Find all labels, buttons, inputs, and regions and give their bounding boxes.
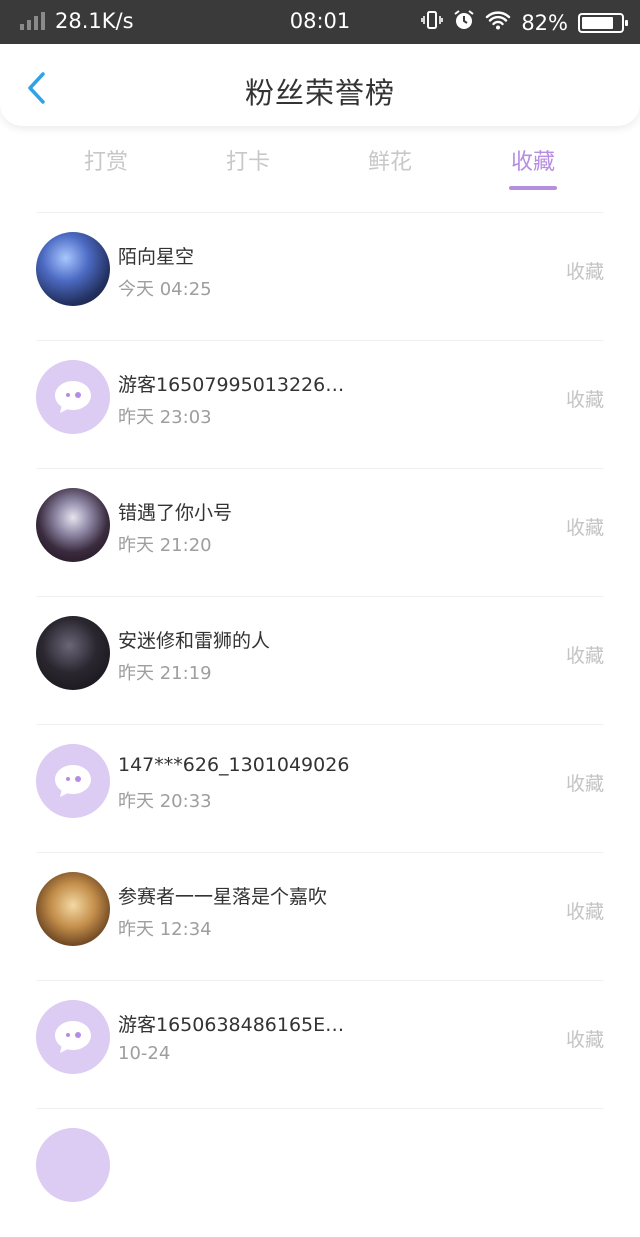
user-time: 昨天 12:34 (118, 919, 212, 940)
alarm-icon (453, 9, 475, 36)
user-time: 10-24 (118, 1043, 171, 1064)
chat-bubble-icon (55, 1021, 91, 1053)
user-time: 昨天 23:03 (118, 407, 212, 428)
user-name: 参赛者一一星落是个嘉吹 (118, 886, 328, 908)
user-name: 游客1650638486165E… (118, 1014, 345, 1036)
tab-bar: 打赏 打卡 鲜花 收藏 (0, 140, 640, 196)
action-label: 收藏 (565, 645, 604, 667)
battery-icon (578, 12, 628, 33)
header: 粉丝荣誉榜 (0, 44, 640, 126)
action-label: 收藏 (565, 389, 604, 411)
list-item[interactable]: 陌向星空 今天 04:25 收藏 (0, 213, 640, 341)
page-title: 粉丝荣誉榜 (244, 76, 395, 110)
battery-percent: 82% (521, 10, 568, 35)
user-name: 147***626_1301049026 (118, 754, 350, 776)
fan-list: 陌向星空 今天 04:25 收藏 游客16507995013226… 昨天 23… (0, 213, 640, 1237)
chat-bubble-icon (55, 765, 91, 797)
user-time: 今天 04:25 (118, 279, 212, 300)
tab-label: 收藏 (510, 150, 555, 175)
chat-bubble-icon (55, 381, 91, 413)
avatar[interactable] (36, 232, 110, 306)
wifi-icon (485, 10, 511, 35)
tab-label: 打卡 (225, 150, 270, 175)
tab-reward[interactable]: 打赏 (46, 144, 166, 176)
tab-checkin[interactable]: 打卡 (188, 144, 308, 176)
list-item[interactable] (0, 1109, 640, 1237)
avatar[interactable] (36, 1128, 110, 1202)
tab-flowers[interactable]: 鲜花 (330, 144, 450, 176)
battery-fill (582, 16, 614, 29)
user-time: 昨天 21:19 (118, 663, 212, 684)
action-label: 收藏 (565, 773, 604, 795)
action-label: 收藏 (565, 1029, 604, 1051)
action-label: 收藏 (565, 901, 604, 923)
tab-favorites[interactable]: 收藏 (473, 144, 593, 190)
action-label: 收藏 (565, 517, 604, 539)
user-time: 昨天 21:20 (118, 535, 212, 556)
status-right: 82% (421, 9, 628, 36)
active-tab-indicator (509, 186, 557, 190)
tab-label: 鲜花 (367, 150, 412, 175)
user-time: 昨天 20:33 (118, 791, 212, 812)
list-item[interactable]: 147***626_1301049026 昨天 20:33 收藏 (0, 725, 640, 853)
status-bar: 28.1K/s 08:01 82% (0, 0, 640, 44)
action-label: 收藏 (565, 261, 604, 283)
avatar[interactable] (36, 616, 110, 690)
user-name: 错遇了你小号 (118, 502, 233, 524)
vibrate-icon (421, 10, 444, 35)
list-item[interactable]: 游客1650638486165E… 10-24 收藏 (0, 981, 640, 1109)
user-name: 陌向星空 (118, 246, 195, 268)
avatar[interactable] (36, 872, 110, 946)
avatar[interactable] (36, 1000, 110, 1074)
list-item[interactable]: 错遇了你小号 昨天 21:20 收藏 (0, 469, 640, 597)
user-name: 游客16507995013226… (118, 374, 345, 396)
user-name: 安迷修和雷狮的人 (118, 630, 271, 652)
avatar[interactable] (36, 360, 110, 434)
avatar[interactable] (36, 744, 110, 818)
list-item[interactable]: 游客16507995013226… 昨天 23:03 收藏 (0, 341, 640, 469)
list-item[interactable]: 安迷修和雷狮的人 昨天 21:19 收藏 (0, 597, 640, 725)
avatar[interactable] (36, 488, 110, 562)
tab-label: 打赏 (83, 150, 128, 175)
list-item[interactable]: 参赛者一一星落是个嘉吹 昨天 12:34 收藏 (0, 853, 640, 981)
